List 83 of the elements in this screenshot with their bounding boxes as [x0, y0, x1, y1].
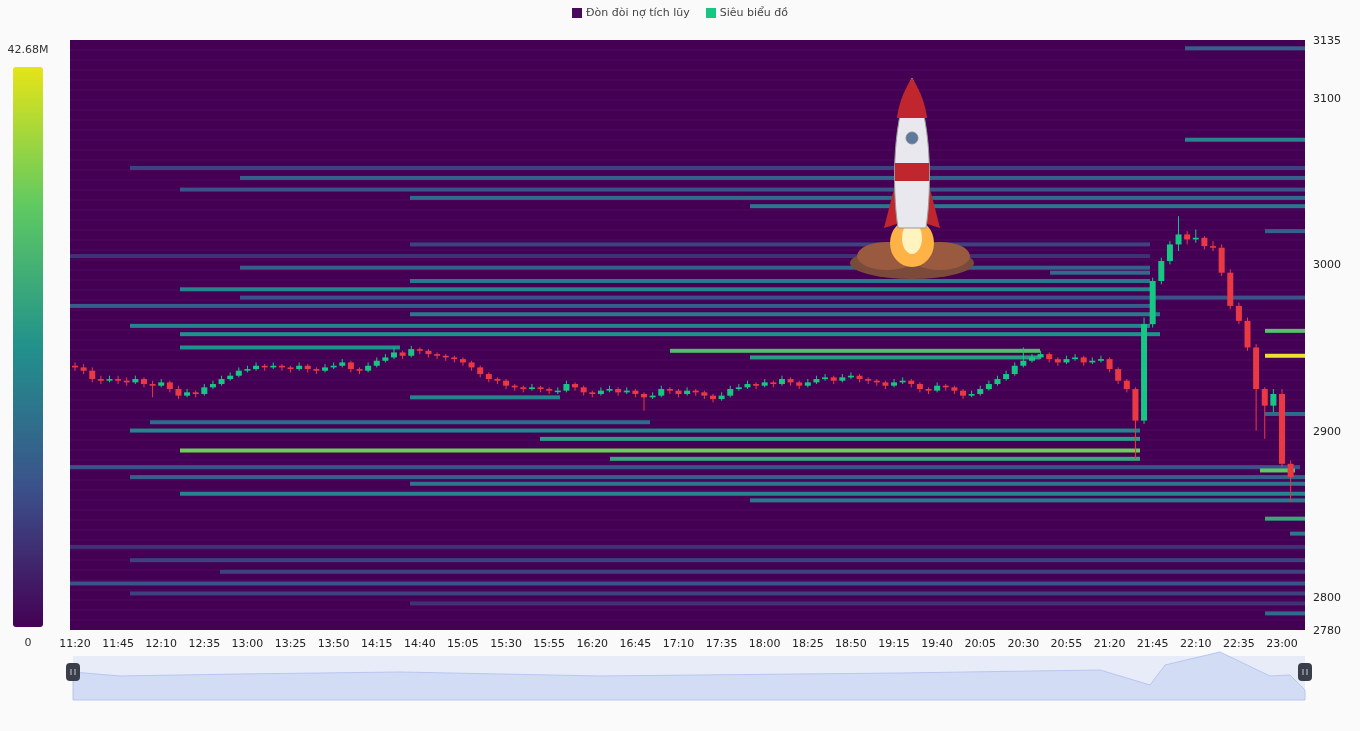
candlestick	[1028, 353, 1035, 363]
time-axis-label: 14:15	[360, 637, 393, 650]
time-axis-label: 18:25	[791, 637, 824, 650]
price-axis-label: 2800	[1313, 590, 1341, 604]
candlestick	[684, 386, 691, 397]
candlestick	[97, 375, 104, 385]
price-axis-label: 3100	[1313, 92, 1341, 106]
time-axis-label: 15:30	[490, 637, 522, 650]
candlestick	[528, 383, 535, 392]
candlestick	[709, 393, 716, 403]
range-handle[interactable]	[1298, 663, 1312, 681]
scale-max-label: 42.68M	[7, 42, 49, 58]
time-axis-label: 22:35	[1223, 637, 1255, 650]
time-axis-label: 19:40	[921, 637, 953, 650]
candlestick	[1020, 346, 1027, 368]
candlestick	[115, 375, 122, 385]
range-handle[interactable]	[66, 663, 80, 681]
time-axis-label: 14:40	[404, 637, 436, 650]
price-axis-label: 3000	[1313, 258, 1341, 272]
candlestick	[365, 361, 372, 373]
candlestick	[184, 388, 191, 398]
candlestick	[1235, 302, 1242, 325]
time-axis-label: 16:20	[576, 637, 609, 650]
candlestick	[934, 381, 941, 393]
time-axis-label: 21:45	[1136, 637, 1169, 650]
time-axis-label: 13:00	[231, 637, 264, 650]
candlestick	[209, 380, 216, 390]
time-axis-label: 20:30	[1007, 637, 1040, 650]
time-axis-label: 19:15	[878, 637, 910, 650]
candlestick	[985, 380, 992, 392]
time-axis-label: 15:55	[533, 637, 566, 650]
candlestick	[1158, 257, 1165, 285]
time-axis-label: 18:50	[835, 637, 867, 650]
candlestick	[753, 381, 760, 390]
candlestick	[253, 361, 260, 372]
candlestick	[666, 386, 673, 395]
candlestick	[778, 375, 785, 387]
time-axis-label: 17:10	[662, 637, 695, 650]
time-axis-label: 23:00	[1266, 637, 1298, 650]
price-axis-label: 2780	[1313, 624, 1341, 637]
candlestick	[735, 383, 742, 392]
legend-label: Siêu biểu đồ	[719, 4, 788, 21]
candlestick	[434, 351, 441, 360]
time-axis-label: 11:20	[59, 637, 91, 650]
candlestick	[1003, 370, 1010, 382]
time-axis-label: 16:45	[619, 637, 652, 650]
time-axis-label: 13:25	[274, 637, 307, 650]
time-axis-label: 20:05	[964, 637, 997, 650]
candlestick	[891, 378, 898, 388]
time-axis-label: 12:10	[145, 637, 178, 650]
candlestick	[459, 356, 466, 367]
candlestick	[916, 381, 923, 393]
candlestick	[1210, 240, 1217, 252]
time-axis-label: 11:45	[102, 637, 134, 650]
candlestick	[597, 386, 604, 397]
price-axis-label: 3135	[1313, 34, 1341, 47]
candlestick	[322, 363, 329, 373]
candlestick	[1166, 240, 1173, 265]
legend-label: Đòn đòi nợ tích lũy	[586, 4, 690, 21]
candlestick	[503, 378, 510, 390]
time-axis-label: 17:35	[705, 637, 738, 650]
candlestick	[822, 373, 829, 382]
candlestick	[390, 346, 397, 360]
price-axis-label: 2900	[1313, 424, 1341, 438]
candlestick	[416, 346, 423, 355]
time-axis-label: 18:00	[748, 637, 781, 650]
time-axis-label: 22:10	[1179, 637, 1212, 650]
time-axis-label: 12:35	[188, 637, 221, 650]
candlestick	[641, 391, 648, 412]
candlestick	[960, 388, 967, 400]
time-axis-label: 13:50	[317, 637, 350, 650]
candlestick	[1175, 215, 1182, 252]
candlestick	[572, 381, 579, 392]
candlestick	[1097, 355, 1104, 363]
time-axis-label: 21:20	[1093, 637, 1126, 650]
scale-min-label: 0	[24, 634, 32, 651]
candlestick	[1261, 386, 1268, 440]
candlestick	[1072, 353, 1079, 362]
candlestick	[1287, 459, 1294, 503]
candlestick	[140, 376, 147, 388]
time-axis-label: 20:55	[1050, 637, 1083, 650]
candlestick	[1270, 388, 1277, 413]
time-axis-label: 15:05	[447, 637, 479, 650]
